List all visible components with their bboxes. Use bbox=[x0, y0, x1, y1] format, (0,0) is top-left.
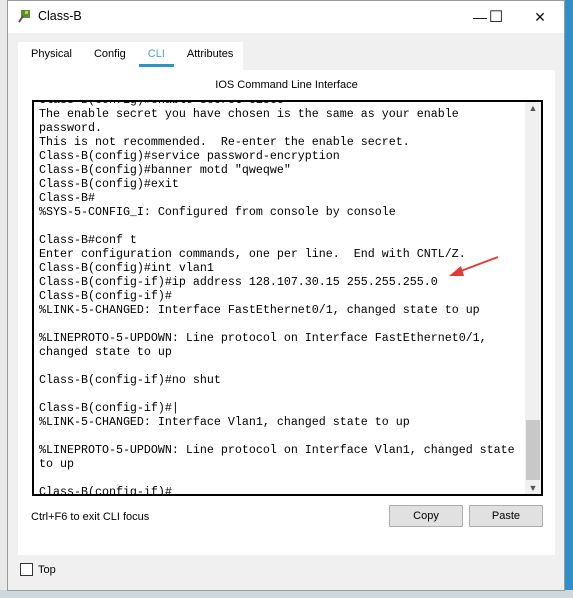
terminal-line: The enable secret you have chosen is the… bbox=[39, 107, 459, 121]
terminal-line: password. bbox=[39, 121, 102, 135]
paste-button[interactable]: Paste bbox=[469, 505, 543, 527]
terminal-line: %LINEPROTO-5-UPDOWN: Line protocol on In… bbox=[39, 443, 515, 457]
tab-config[interactable]: Config bbox=[81, 42, 135, 70]
scroll-down-icon[interactable]: ▼ bbox=[525, 483, 541, 493]
terminal-line: Enter configuration commands, one per li… bbox=[39, 247, 466, 261]
terminal-line: changed state to up bbox=[39, 345, 172, 359]
top-checkbox[interactable] bbox=[20, 563, 33, 576]
title-bar: Class-B — ☐ ✕ bbox=[8, 1, 564, 33]
terminal-line: Class-B(config-if)#ip address 128.107.30… bbox=[39, 275, 438, 289]
cli-terminal[interactable]: Class-B(config)#enable secret cisco The e… bbox=[32, 100, 543, 496]
maximize-button[interactable]: ☐ bbox=[479, 5, 513, 29]
terminal-line: %LINK-5-CHANGED: Interface Vlan1, change… bbox=[39, 415, 410, 429]
terminal-line: %SYS-5-CONFIG_I: Configured from console… bbox=[39, 205, 396, 219]
terminal-line: Class-B(config-if)#no shut bbox=[39, 373, 221, 387]
scroll-up-icon[interactable]: ▲ bbox=[525, 103, 541, 113]
cli-focus-hint: Ctrl+F6 to exit CLI focus bbox=[31, 511, 150, 523]
terminal-line: Class-B(config)#int vlan1 bbox=[39, 261, 214, 275]
terminal-output: Class-B(config)#enable secret cisco The e… bbox=[39, 100, 515, 496]
terminal-scrollbar[interactable]: ▲ ▼ bbox=[525, 102, 541, 494]
terminal-line: Class-B(config-if)#| bbox=[39, 401, 179, 415]
terminal-line: Class-B# bbox=[39, 191, 95, 205]
terminal-line: Class-B(config)#service password-encrypt… bbox=[39, 149, 340, 163]
terminal-line: Class-B(config)#exit bbox=[39, 177, 179, 191]
tab-bar: Physical Config CLI Attributes bbox=[18, 42, 243, 70]
terminal-line: %LINEPROTO-5-UPDOWN: Line protocol on In… bbox=[39, 331, 487, 345]
tab-physical[interactable]: Physical bbox=[18, 42, 81, 70]
terminal-line: Class-B(config)#banner motd "qweqwe" bbox=[39, 163, 291, 177]
top-checkbox-label: Top bbox=[38, 564, 56, 576]
packet-tracer-icon bbox=[18, 10, 30, 23]
cli-heading: IOS Command Line Interface bbox=[215, 79, 358, 91]
terminal-line: Class-B(config-if)# bbox=[39, 289, 172, 303]
terminal-line: to up bbox=[39, 457, 74, 471]
device-window: Class-B — ☐ ✕ Physical Config CLI Attrib… bbox=[7, 0, 565, 591]
background-app-right bbox=[565, 0, 573, 598]
terminal-line: This is not recommended. Re-enter the en… bbox=[39, 135, 410, 149]
scrollbar-thumb[interactable] bbox=[526, 420, 540, 480]
tab-cli[interactable]: CLI bbox=[135, 42, 175, 70]
terminal-line: Class-B(config-if)# bbox=[39, 485, 172, 496]
background-app-bottom bbox=[0, 590, 573, 598]
terminal-line: Class-B(config)#enable secret cisco bbox=[39, 100, 284, 107]
window-title: Class-B bbox=[38, 9, 82, 23]
terminal-line: Class-B#conf t bbox=[39, 233, 137, 247]
tab-attributes[interactable]: Attributes bbox=[174, 42, 242, 70]
terminal-line: %LINK-5-CHANGED: Interface FastEthernet0… bbox=[39, 303, 480, 317]
copy-button[interactable]: Copy bbox=[389, 505, 463, 527]
close-button[interactable]: ✕ bbox=[523, 5, 557, 29]
